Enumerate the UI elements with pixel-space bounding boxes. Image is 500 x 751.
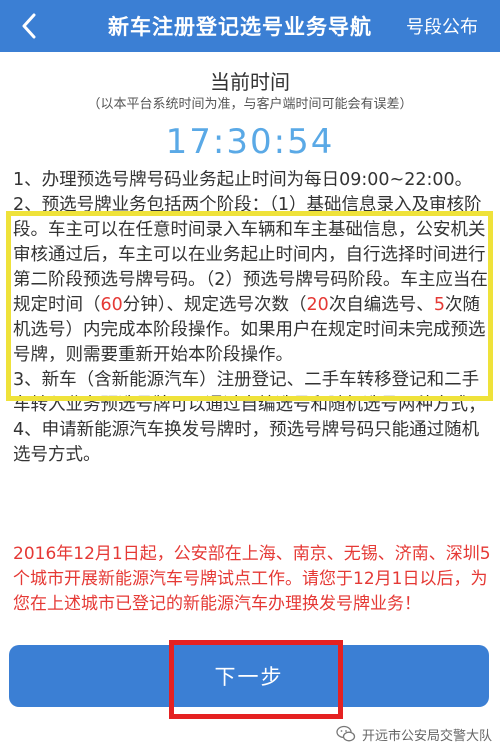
current-time-clock: 17:30:54 bbox=[165, 122, 335, 162]
segment-announcement-link[interactable]: 号段公布 bbox=[406, 0, 478, 52]
rule-2: 2、预选号牌业务包括两个阶段：（1）基础信息录入及审核阶段。车主可以在任意时间录… bbox=[13, 193, 491, 368]
rule-4: 4、申请新能源汽车换发号牌时，预选号牌号码只能通过随机选号方式。 bbox=[13, 420, 480, 465]
wechat-icon bbox=[336, 725, 356, 742]
rule-2-self-count: 20 bbox=[306, 295, 329, 315]
rule-1: 1、办理预选号牌号码业务起止时间为每日09:00~22:00。 bbox=[13, 170, 473, 190]
rules-list: 1、办理预选号牌号码业务起止时间为每日09:00~22:00。 2、预选号牌业务… bbox=[13, 168, 491, 468]
announcement-text: 2016年12月1日起，公安部在上海、南京、无锡、济南、深圳5个城市开展新能源汽… bbox=[13, 544, 491, 614]
rule-3: 3、新车（含新能源汽车）注册登记、二手车转移登记和二手车转入业务预选号牌可以通过… bbox=[13, 370, 486, 415]
rule-2-random-count: 5 bbox=[433, 295, 445, 315]
watermark: 开远市公安局交警大队 bbox=[336, 722, 492, 746]
rule-2-minutes: 60 bbox=[100, 295, 123, 315]
rule-2-text: 次自编选号、 bbox=[328, 295, 434, 315]
nav-header: 新车注册登记选号业务导航 号段公布 bbox=[0, 0, 500, 52]
current-time-title: 当前时间 bbox=[210, 70, 290, 94]
next-button[interactable]: 下一步 bbox=[9, 645, 489, 707]
time-note: （以本平台系统时间为准，与客户端时间可能会有误差） bbox=[87, 97, 413, 112]
watermark-text: 开远市公安局交警大队 bbox=[361, 728, 492, 744]
rule-2-text: 分钟）、规定选号次数（ bbox=[122, 295, 307, 315]
